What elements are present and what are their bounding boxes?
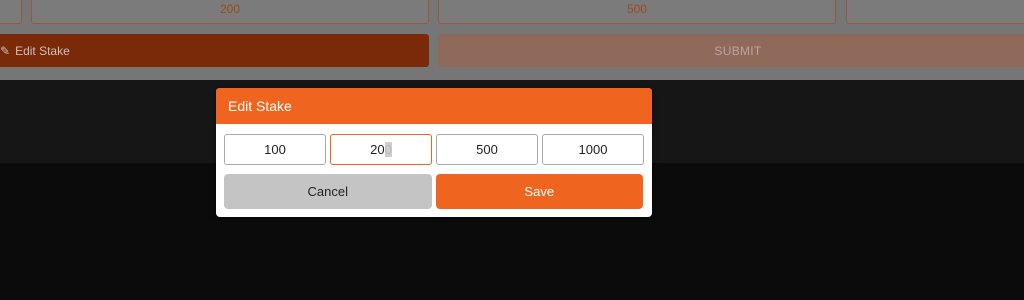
stake-input-1000[interactable]: 1000 [542,134,644,165]
submit-button-bg[interactable]: SUBMIT [438,34,1024,67]
page: 200 500 ✎ Edit Stake SUBMIT Edit Stake 1… [0,0,1024,300]
bet-panel: 200 500 ✎ Edit Stake SUBMIT [0,0,1024,80]
pencil-icon: ✎ [0,43,11,58]
edit-stake-label: Edit Stake [15,43,70,58]
modal-header: Edit Stake [216,88,652,124]
stake-button-bg[interactable] [846,0,1024,24]
text-cursor [384,142,392,157]
stake-button-bg[interactable]: 500 [438,0,836,24]
stake-button-bg[interactable]: 200 [31,0,429,24]
stake-button-bg[interactable] [0,0,22,24]
edit-stake-modal: Edit Stake 100 200 500 1000 Cancel Save [216,88,652,217]
stake-input-row: 100 200 500 1000 [224,134,644,165]
save-button[interactable]: Save [435,174,643,209]
modal-title: Edit Stake [228,98,292,114]
stake-input-500[interactable]: 500 [436,134,538,165]
stake-input-200[interactable]: 200 [330,134,432,165]
modal-actions: Cancel Save [224,174,643,209]
stake-input-100[interactable]: 100 [224,134,326,165]
edit-stake-button-bg[interactable]: ✎ Edit Stake [0,34,429,67]
cancel-button[interactable]: Cancel [224,174,432,209]
